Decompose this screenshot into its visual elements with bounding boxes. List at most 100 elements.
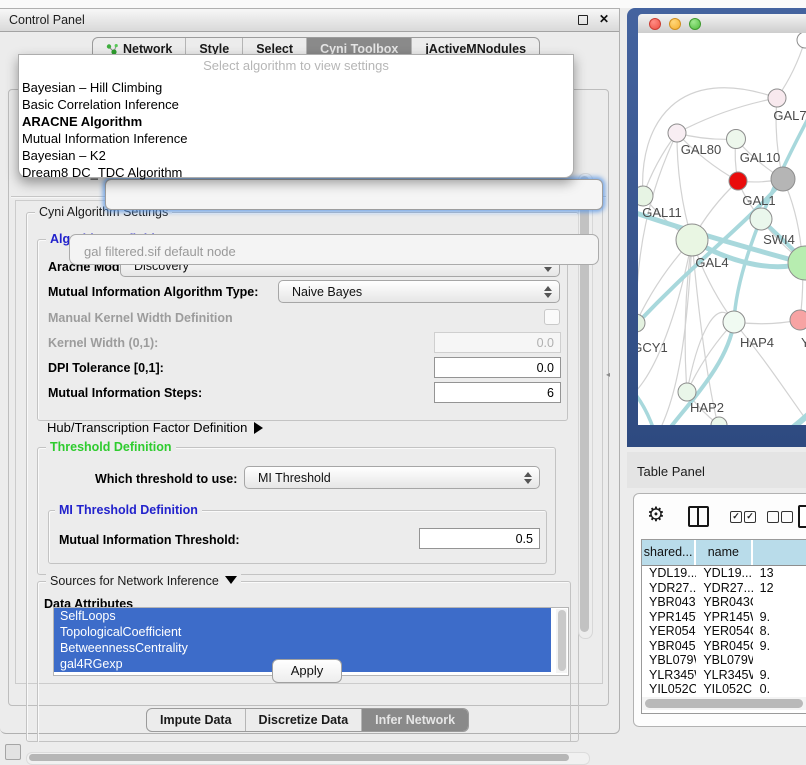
- which-threshold-combobox[interactable]: MI Threshold: [244, 466, 540, 489]
- dpi-tolerance-label: DPI Tolerance [0,1]:: [48, 361, 164, 375]
- mi-type-value: Naive Bayes: [292, 285, 362, 299]
- column-header-shared[interactable]: shared...: [642, 540, 694, 565]
- table-row[interactable]: YBR045CYBR045C9.: [642, 639, 806, 654]
- node-gal1[interactable]: [729, 172, 747, 190]
- deselect-all-checkbox-icon[interactable]: [767, 511, 779, 523]
- zoom-traffic-light-icon[interactable]: [689, 18, 701, 30]
- hub-definition-expander[interactable]: Hub/Transcription Factor Definition: [47, 420, 263, 435]
- tab-label: Impute Data: [160, 713, 232, 727]
- table-cell: YIL052C: [696, 682, 752, 697]
- collapse-down-icon: [225, 576, 237, 584]
- table-panel-titlebar[interactable]: Table Panel: [627, 452, 806, 488]
- table-row[interactable]: YPR145WYPR145W9.: [642, 610, 806, 625]
- table-cell: YPR145W: [642, 610, 696, 625]
- algorithm-definition-group: Algorithm Definition Aracne Mode: Discov…: [37, 239, 568, 421]
- algorithm-option-dream8-dc-tdc-algorithm[interactable]: Dream8 DC_TDC Algorithm: [19, 164, 573, 181]
- node-gal11[interactable]: [638, 186, 653, 206]
- table-cell: 9.: [753, 610, 806, 625]
- table-horizontal-scrollbar[interactable]: [642, 697, 806, 710]
- node-gal4[interactable]: [676, 224, 708, 256]
- table-row[interactable]: YBL079WYBL079W: [642, 653, 806, 668]
- apply-button[interactable]: Apply: [272, 659, 342, 683]
- node-unlabeled[interactable]: [711, 417, 727, 425]
- close-icon[interactable]: ✕: [599, 12, 609, 26]
- algorithm-option-bayesian-k2[interactable]: Bayesian – K2: [19, 147, 573, 164]
- node-swi4[interactable]: [750, 208, 772, 230]
- gear-icon[interactable]: ⚙: [647, 502, 665, 527]
- table-cell: 9.: [753, 639, 806, 654]
- table-cell: YLR345W: [642, 668, 696, 683]
- which-threshold-value: MI Threshold: [258, 471, 331, 485]
- network-edge: [638, 240, 692, 395]
- table-sheet-icon[interactable]: [798, 505, 806, 528]
- table-header[interactable]: shared...name: [642, 540, 806, 566]
- node-label-gal1: GAL1: [742, 193, 775, 208]
- algorithm-option-basic-correlation-inference[interactable]: Basic Correlation Inference: [19, 96, 573, 113]
- deselect-all-checkbox-icon[interactable]: [781, 511, 793, 523]
- panel-resize-handle[interactable]: ◂: [606, 370, 610, 379]
- network-window-titlebar[interactable]: [638, 14, 806, 34]
- manual-kernel-checkbox[interactable]: [544, 309, 560, 325]
- mi-type-combobox[interactable]: Naive Bayes: [278, 280, 560, 303]
- float-window-icon[interactable]: [578, 15, 588, 25]
- attribute-item-betweennesscentrality[interactable]: BetweennessCentrality: [54, 640, 551, 656]
- attribute-item-topologicalcoefficient[interactable]: TopologicalCoefficient: [54, 624, 551, 640]
- table-row[interactable]: YBR043CYBR043C: [642, 595, 806, 610]
- table-cell: YBL079W: [642, 653, 696, 668]
- column-header-2[interactable]: [753, 540, 806, 565]
- threshold-definition-title: Threshold Definition: [46, 440, 176, 454]
- threshold-definition-group: Threshold Definition Which threshold to …: [37, 447, 556, 575]
- algorithm-dropdown: Select algorithm to view settings Bayesi…: [18, 54, 574, 178]
- node-gal10[interactable]: [727, 130, 746, 149]
- manual-kernel-label: Manual Kernel Width Definition: [48, 311, 233, 325]
- horizontal-scrollbar[interactable]: [26, 752, 590, 765]
- close-traffic-light-icon[interactable]: [649, 18, 661, 30]
- network-edge: [777, 40, 805, 98]
- node-hap4[interactable]: [723, 311, 745, 333]
- algorithm-option-bayesian-hill-climbing[interactable]: Bayesian – Hill Climbing: [19, 79, 573, 96]
- table-row[interactable]: YDR27...YDR27...12: [642, 581, 806, 596]
- node-hap2[interactable]: [678, 383, 696, 401]
- node-unlabeled[interactable]: [797, 33, 806, 48]
- minimize-traffic-light-icon[interactable]: [669, 18, 681, 30]
- node-table[interactable]: shared...name YDL19...YDL19...13YDR27...…: [641, 539, 806, 714]
- sources-title[interactable]: Sources for Network Inference: [46, 574, 241, 588]
- settings-scroll-viewport: Cyni Algorithm Settings Algorithm Defini…: [15, 200, 603, 684]
- node-gal7[interactable]: [768, 89, 786, 107]
- kernel-width-field[interactable]: 0.0: [434, 332, 561, 353]
- table-cell: YER054C: [642, 624, 696, 639]
- table-row[interactable]: YIL052CYIL052C0.: [642, 682, 806, 697]
- mi-steps-field[interactable]: 6: [434, 382, 561, 403]
- columns-icon[interactable]: [688, 506, 709, 527]
- network-combobox[interactable]: gal filtered.sif default node: [69, 234, 599, 265]
- dock-panel-icon[interactable]: [5, 744, 21, 760]
- node-label-gal10: GAL10: [740, 150, 780, 165]
- node-gal80[interactable]: [668, 124, 686, 142]
- algorithm-option-aracne-algorithm[interactable]: ARACNE Algorithm: [19, 113, 573, 130]
- select-all-checkbox-icon[interactable]: ✓: [730, 511, 742, 523]
- table-cell: 0.: [753, 682, 806, 697]
- table-row[interactable]: YDL19...YDL19...13: [642, 566, 806, 581]
- mi-threshold-field[interactable]: 0.5: [419, 528, 540, 549]
- select-all-checkbox-icon[interactable]: ✓: [744, 511, 756, 523]
- expand-right-icon: [254, 422, 263, 434]
- tab-impute-data[interactable]: Impute Data: [147, 709, 246, 731]
- algorithm-combobox[interactable]: [105, 179, 603, 210]
- table-row[interactable]: YLR345WYLR345W9.: [642, 668, 806, 683]
- dpi-tolerance-field[interactable]: 0.0: [434, 357, 561, 378]
- table-panel: ⚙ ✓ ✓ shared...name YDL19...YDL19...13YD…: [633, 493, 806, 727]
- tab-discretize-data[interactable]: Discretize Data: [246, 709, 363, 731]
- combo-arrows-icon: [543, 285, 551, 299]
- node-y[interactable]: [790, 310, 806, 330]
- control-panel-titlebar[interactable]: Control Panel ✕: [0, 9, 619, 32]
- table-row[interactable]: YER054CYER054C8.: [642, 624, 806, 639]
- network-edge-weighted: [638, 388, 662, 425]
- column-header-name[interactable]: name: [696, 540, 750, 565]
- attribute-item-selfloops[interactable]: SelfLoops: [54, 608, 551, 624]
- node-unlabeled[interactable]: [771, 167, 795, 191]
- node-label-gal4: GAL4: [695, 255, 728, 270]
- tab-infer-network[interactable]: Infer Network: [362, 709, 468, 731]
- list-scrollbar[interactable]: [556, 609, 567, 673]
- network-canvas[interactable]: GAL7GAL80GAL10GAL1GAL11SWI4GAL4GCY1HAP4Y…: [638, 33, 806, 425]
- algorithm-option-mutual-information-inference[interactable]: Mutual Information Inference: [19, 130, 573, 147]
